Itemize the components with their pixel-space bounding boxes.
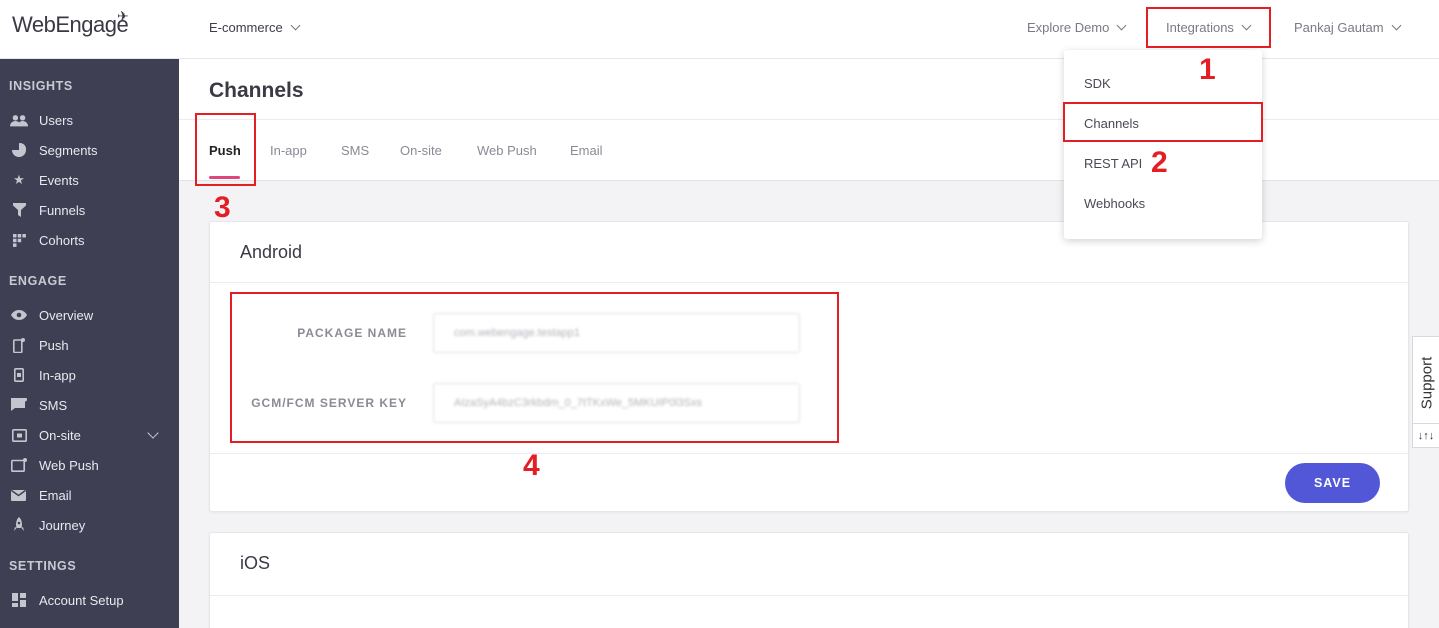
user-menu[interactable]: Pankaj Gautam — [1294, 20, 1402, 35]
sidebar-item-sms[interactable]: SMS — [0, 390, 179, 420]
tab-on-site[interactable]: On-site — [400, 143, 442, 158]
sidebar-item-users[interactable]: Users — [0, 105, 179, 135]
annotation-box-integrations — [1146, 7, 1271, 48]
sidebar-item-label: SMS — [39, 397, 68, 413]
sidebar-item-in-app[interactable]: In-app — [0, 360, 179, 390]
mobile-push-icon — [10, 337, 28, 353]
sidebar-item-label: Segments — [39, 142, 98, 158]
ios-card: iOS — [209, 532, 1409, 628]
annotation-number-2: 2 — [1151, 146, 1168, 179]
webengage-logo[interactable]: WebEngage ✈ — [12, 8, 129, 38]
funnel-icon — [10, 203, 28, 217]
divider — [210, 595, 1408, 596]
project-selector[interactable]: E-commerce — [209, 20, 301, 35]
annotation-number-4: 4 — [523, 449, 540, 482]
sidebar-item-label: Users — [39, 112, 73, 128]
sidebar-item-events[interactable]: ★ Events — [0, 165, 179, 195]
sidebar-item-push[interactable]: Push — [0, 330, 179, 360]
on-site-icon — [10, 428, 28, 442]
sidebar-item-email[interactable]: Email — [0, 480, 179, 510]
tab-sms[interactable]: SMS — [341, 143, 369, 158]
sidebar-item-segments[interactable]: Segments — [0, 135, 179, 165]
web-push-icon — [10, 458, 28, 472]
sidebar-item-label: Push — [39, 337, 69, 353]
support-toggle-icon[interactable]: ↓↑↓ — [1413, 423, 1439, 447]
sidebar-item-label: Email — [39, 487, 72, 503]
chevron-down-icon[interactable] — [147, 427, 159, 439]
chevron-down-icon — [1116, 20, 1127, 31]
divider — [210, 453, 1408, 454]
support-tab[interactable]: Support ↓↑↓ — [1412, 336, 1439, 448]
in-app-icon — [10, 368, 28, 382]
save-button[interactable]: SAVE — [1285, 463, 1380, 503]
dashboard-icon — [10, 593, 28, 607]
sidebar-item-overview[interactable]: Overview — [0, 300, 179, 330]
sidebar-item-on-site[interactable]: On-site — [0, 420, 179, 450]
sidebar-section-insights: INSIGHTS — [9, 79, 73, 93]
sidebar-item-label: Funnels — [39, 202, 86, 218]
pie-chart-icon — [10, 143, 28, 157]
menu-item-sdk[interactable]: SDK — [1084, 76, 1111, 91]
rocket-icon — [10, 517, 28, 532]
sidebar-item-journey[interactable]: Journey — [0, 510, 179, 540]
sms-icon — [10, 398, 28, 412]
annotation-number-3: 3 — [214, 191, 231, 224]
sidebar-item-label: Cohorts — [39, 232, 85, 248]
sidebar: INSIGHTS Users Segments ★ Events Funnels… — [0, 59, 179, 628]
menu-item-rest-api[interactable]: REST API — [1084, 156, 1142, 171]
sidebar-item-label: Journey — [39, 517, 86, 533]
star-icon: ★ — [13, 172, 25, 187]
chevron-down-icon — [290, 20, 301, 31]
support-label: Support — [1418, 356, 1436, 410]
sidebar-item-label: Account Setup — [39, 592, 124, 608]
user-name: Pankaj Gautam — [1294, 20, 1384, 35]
cohorts-grid-icon — [10, 233, 28, 247]
divider — [210, 282, 1408, 283]
sidebar-item-label: Events — [39, 172, 79, 188]
tab-web-push[interactable]: Web Push — [477, 143, 537, 158]
annotation-number-1: 1 — [1199, 53, 1216, 86]
annotation-box-channels — [1063, 102, 1263, 142]
annotation-box-android-fields — [230, 292, 839, 443]
tab-email[interactable]: Email — [570, 143, 603, 158]
sidebar-item-account-setup[interactable]: Account Setup — [0, 585, 179, 615]
sidebar-item-label: Web Push — [39, 457, 99, 473]
menu-item-webhooks[interactable]: Webhooks — [1084, 196, 1145, 211]
project-name: E-commerce — [209, 20, 283, 35]
annotation-box-push-tab — [195, 113, 256, 186]
sidebar-item-label: On-site — [39, 427, 81, 443]
page-title: Channels — [209, 79, 304, 102]
logo-text: WebEngage — [12, 12, 129, 37]
eye-icon — [10, 308, 28, 322]
android-card-title: Android — [240, 242, 303, 262]
sidebar-item-label: Overview — [39, 307, 94, 323]
integrations-dropdown: SDK Channels REST API Webhooks — [1064, 50, 1262, 239]
explore-demo-menu[interactable]: Explore Demo — [1027, 20, 1127, 35]
bird-icon: ✈ — [117, 8, 129, 24]
ios-card-title: iOS — [240, 553, 271, 573]
sidebar-item-web-push[interactable]: Web Push — [0, 450, 179, 480]
users-icon — [10, 113, 28, 127]
tab-in-app[interactable]: In-app — [270, 143, 307, 158]
explore-demo-label: Explore Demo — [1027, 20, 1110, 35]
sidebar-item-label: In-app — [39, 367, 76, 383]
email-icon — [10, 488, 28, 502]
sidebar-section-settings: SETTINGS — [9, 559, 77, 573]
sidebar-item-cohorts[interactable]: Cohorts — [0, 225, 179, 255]
sidebar-item-funnels[interactable]: Funnels — [0, 195, 179, 225]
chevron-down-icon — [1391, 20, 1402, 31]
sidebar-section-engage: ENGAGE — [9, 274, 67, 288]
